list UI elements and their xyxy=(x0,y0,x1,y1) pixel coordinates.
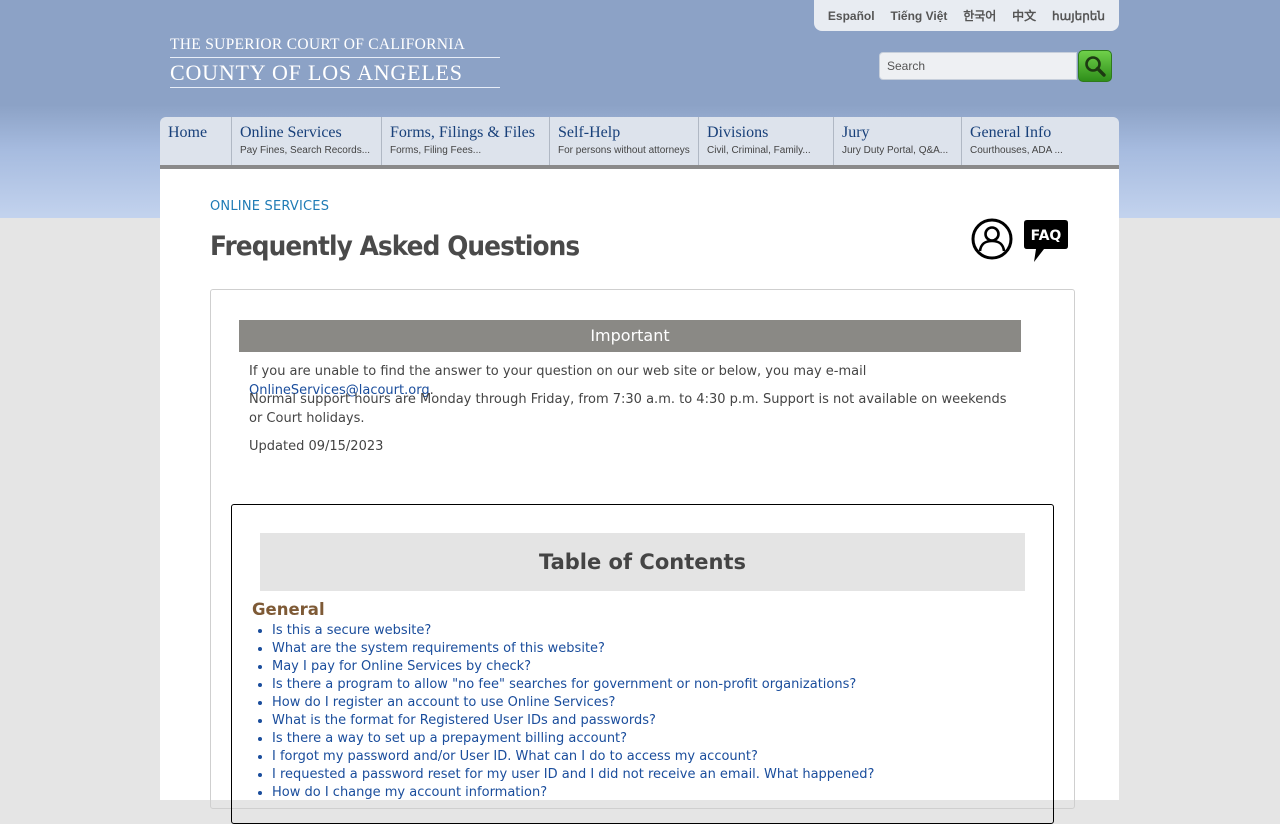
support-hours-text: Normal support hours are Monday through … xyxy=(249,392,1007,426)
faq-icon-text: FAQ xyxy=(1031,228,1062,244)
toc-link[interactable]: Is there a program to allow "no fee" sea… xyxy=(272,677,856,692)
nav-forms-title: Forms, Filings & Files xyxy=(390,124,535,141)
toc-section-general: General xyxy=(252,600,325,619)
main-content: ONLINE SERVICES Frequently Asked Questio… xyxy=(160,169,1119,824)
nav-online-services-title: Online Services xyxy=(240,124,342,141)
toc-link[interactable]: May I pay for Online Services by check? xyxy=(272,659,531,674)
nav-forms[interactable]: Forms, Filings & Files Forms, Filing Fee… xyxy=(382,117,550,165)
toc-item: May I pay for Online Services by check? xyxy=(272,658,874,676)
toc-item: Is there a program to allow "no fee" sea… xyxy=(272,676,874,694)
nav-self-help-sub: For persons without attorneys xyxy=(558,145,690,156)
breadcrumb[interactable]: ONLINE SERVICES xyxy=(210,199,329,214)
toc-item: Is this a secure website? xyxy=(272,622,874,640)
toc-item: How do I change my account information? xyxy=(272,784,874,802)
toc-link[interactable]: I forgot my password and/or User ID. Wha… xyxy=(272,749,758,764)
toc-item: Is there a way to set up a prepayment bi… xyxy=(272,730,874,748)
nav-home[interactable]: Home xyxy=(160,117,232,165)
toc-link[interactable]: What are the system requirements of this… xyxy=(272,641,605,656)
toc-link[interactable]: How do I change my account information? xyxy=(272,785,547,800)
nav-divisions-title: Divisions xyxy=(707,124,769,141)
toc-link[interactable]: I requested a password reset for my user… xyxy=(272,767,874,782)
toc-item: I forgot my password and/or User ID. Wha… xyxy=(272,748,874,766)
contact-text: If you are unable to find the answer to … xyxy=(249,364,867,379)
nav-general-info-title: General Info xyxy=(970,124,1052,141)
search-button[interactable] xyxy=(1078,50,1112,82)
lang-vietnamese[interactable]: Tiếng Việt xyxy=(890,9,947,23)
lang-chinese[interactable]: 中文 xyxy=(1012,7,1036,24)
lang-armenian[interactable]: հայերեն xyxy=(1052,9,1105,23)
toc-link[interactable]: Is there a way to set up a prepayment bi… xyxy=(272,731,627,746)
nav-jury-title: Jury xyxy=(842,124,870,141)
nav-jury[interactable]: Jury Jury Duty Portal, Q&A... xyxy=(834,117,962,165)
toc-link[interactable]: How do I register an account to use Onli… xyxy=(272,695,615,710)
language-bar: Español Tiếng Việt 한국어 中文 հայերեն xyxy=(814,0,1119,31)
nav-self-help-title: Self-Help xyxy=(558,124,621,141)
nav-forms-sub: Forms, Filing Fees... xyxy=(390,145,482,156)
toc-item: What are the system requirements of this… xyxy=(272,640,874,658)
nav-divisions[interactable]: Divisions Civil, Criminal, Family... xyxy=(699,117,834,165)
user-account-icon[interactable] xyxy=(971,218,1013,260)
toc-item: How do I register an account to use Onli… xyxy=(272,694,874,712)
logo-line2: COUNTY OF LOS ANGELES xyxy=(170,60,500,88)
toc-list: Is this a secure website? What are the s… xyxy=(252,622,874,802)
page-title: Frequently Asked Questions xyxy=(210,231,580,262)
search-input[interactable] xyxy=(879,52,1077,80)
nav-general-info[interactable]: General Info Courthouses, ADA ... xyxy=(962,117,1119,165)
logo-line1: THE SUPERIOR COURT OF CALIFORNIA xyxy=(170,36,500,58)
nav-jury-sub: Jury Duty Portal, Q&A... xyxy=(842,145,949,156)
court-logo[interactable]: THE SUPERIOR COURT OF CALIFORNIA COUNTY … xyxy=(170,36,500,88)
nav-general-info-sub: Courthouses, ADA ... xyxy=(970,145,1063,156)
toc-item: I requested a password reset for my user… xyxy=(272,766,874,784)
toc-item: What is the format for Registered User I… xyxy=(272,712,874,730)
nav-self-help[interactable]: Self-Help For persons without attorneys xyxy=(550,117,699,165)
faq-icon: FAQ xyxy=(1024,220,1068,262)
main-nav: Home Online Services Pay Fines, Search R… xyxy=(160,117,1119,169)
lang-espanol[interactable]: Español xyxy=(828,9,875,23)
toc-title: Table of Contents xyxy=(260,533,1025,591)
table-of-contents: Table of Contents General Is this a secu… xyxy=(231,504,1054,824)
toc-link[interactable]: Is this a secure website? xyxy=(272,623,431,638)
magnifier-icon xyxy=(1085,56,1106,77)
faq-card: Important If you are unable to find the … xyxy=(210,289,1075,824)
important-header: Important xyxy=(239,320,1021,352)
nav-online-services-sub: Pay Fines, Search Records... xyxy=(240,145,371,156)
nav-home-title: Home xyxy=(168,124,208,141)
lang-korean[interactable]: 한국어 xyxy=(963,7,996,24)
toc-link[interactable]: What is the format for Registered User I… xyxy=(272,713,656,728)
nav-divisions-sub: Civil, Criminal, Family... xyxy=(707,145,811,156)
nav-online-services[interactable]: Online Services Pay Fines, Search Record… xyxy=(232,117,382,165)
updated-date: Updated 09/15/2023 xyxy=(249,439,384,454)
